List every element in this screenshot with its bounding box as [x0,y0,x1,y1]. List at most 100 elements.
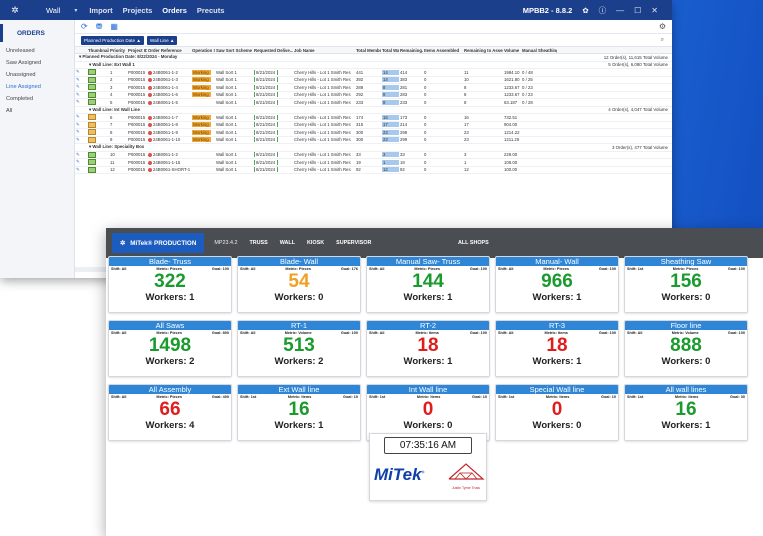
metric-card[interactable]: All Saws Shift: All Metric: Pieces Goal: 80… [108,320,232,377]
sidebar-item-line-assigned[interactable]: Line Assigned [0,81,74,93]
metric-card[interactable]: All wall lines Shift: 1st Metric: Items Goa… [624,384,748,441]
requested-date-field[interactable]: 8/21/2024 [254,159,279,165]
requested-date-field[interactable]: 8/21/2024 [254,122,279,128]
group-header-wall-line[interactable]: ▾ Wall Line: Int Wall Line 4 Order(s), 4,… [75,107,672,114]
column-header[interactable]: Priority ▼ [109,48,127,53]
calendar-icon[interactable]: ▦ [110,22,118,31]
metric-card[interactable]: RT-1 Shift: All Metric: Volume Goal: 100 513… [237,320,361,377]
group-chip-wall-line[interactable]: Wall Line ▲ [146,35,178,45]
menu-item-orders[interactable]: Orders [162,6,187,15]
wall-thumbnail-icon[interactable] [88,114,96,121]
table-row[interactable]: ✎ 4 P000015 24B0061-1-6 Working Wall Sort 1 8/… [75,91,672,99]
requested-date-field[interactable]: 8/21/2024 [254,114,279,120]
column-header[interactable]: Job Name [293,48,355,53]
row-edit-icon[interactable]: ✎ [75,77,87,83]
sidebar-item-all[interactable]: All [0,105,74,117]
row-edit-icon[interactable]: ✎ [75,152,87,158]
metric-card[interactable]: RT-3 Shift: All Metric: Items Goal: 100 18 Wo… [495,320,619,377]
row-edit-icon[interactable]: ✎ [75,84,87,90]
group-header-wall-line[interactable]: ▾ Wall Line: Speciality Box 3 Order(s), 4… [75,144,672,152]
sidebar-item-unassigned[interactable]: Unassigned [0,69,74,81]
table-row[interactable]: ✎ 10 P000015 24B0061-1-2 Wall Sort 1 8/21/202… [75,151,672,159]
row-edit-icon[interactable]: ✎ [75,137,87,143]
table-row[interactable]: ✎ 6 P000015 24B0061-1-7 Working Wall Sort 1 8/… [75,114,672,122]
column-header[interactable]: Volume [503,48,521,53]
column-header[interactable]: Thumbnail [87,48,109,53]
wall-thumbnail-icon[interactable] [88,151,96,158]
refresh-icon[interactable]: ⟳ [81,22,88,31]
metric-card[interactable]: RT-2 Shift: All Metric: Items Goal: 100 18 Wo… [366,320,490,377]
sidebar-item-saw-assigned[interactable]: Saw Assigned [0,57,74,69]
row-edit-icon[interactable]: ✎ [75,129,87,135]
requested-date-field[interactable]: 8/21/2024 [254,77,279,83]
wall-thumbnail-icon[interactable] [88,99,96,106]
gear-icon[interactable]: ✿ [582,6,588,15]
table-row[interactable]: ✎ 11 P000015 24B0061-1-15 Wall Sort 1 8/21/20… [75,159,672,167]
column-header[interactable]: Total Walls [381,48,399,53]
nav-truss[interactable]: TRUSS [249,240,267,246]
column-header[interactable]: Requested Delive... [253,48,293,53]
column-header[interactable]: Order Reference [147,48,191,53]
table-row[interactable]: ✎ 8 P000015 24B0061-1-9 Working Wall Sort 1 8/… [75,129,672,137]
settings-icon[interactable]: ⚙ [659,22,666,31]
column-header[interactable]: Manual Sheathing... [521,48,557,53]
row-edit-icon[interactable]: ✎ [75,114,87,120]
metric-card[interactable]: Manual- Wall Shift: All Metric: Pieces Goal… [495,256,619,313]
info-icon[interactable]: ⓘ [599,5,607,16]
table-row[interactable]: ✎ 2 P000015 24B0061-1-3 Working Wall Sort 1 8/… [75,76,672,84]
wall-thumbnail-icon[interactable] [88,91,96,98]
sidebar-item-completed[interactable]: Completed [0,93,74,105]
metric-card[interactable]: Blade- Wall Shift: All Metric: Pieces Goal:… [237,256,361,313]
column-header[interactable]: Operation Status [191,48,215,53]
requested-date-field[interactable]: 8/21/2024 [254,137,279,143]
nav-kiosk[interactable]: KIOSK [307,240,324,246]
filter-icon[interactable]: ⛃ [96,22,103,31]
row-edit-icon[interactable]: ✎ [75,99,87,105]
requested-date-field[interactable]: 8/21/2024 [254,167,279,173]
brand[interactable]: ✲ MiTek® PRODUCTION [112,233,205,253]
column-header[interactable]: Items Assembled [423,48,463,53]
row-edit-icon[interactable]: ✎ [75,159,87,165]
row-edit-icon[interactable]: ✎ [75,167,87,173]
minimize-button[interactable]: — [616,6,624,15]
metric-card[interactable]: Manual Saw- Truss Shift: All Metric: Piece… [366,256,490,313]
nav-mp23-4-2[interactable]: MP23.4.2 [214,240,237,246]
sidebar-item-unreleased[interactable]: Unreleased [0,45,74,57]
wall-thumbnail-icon[interactable] [88,166,96,173]
wall-thumbnail-icon[interactable] [88,121,96,128]
close-button[interactable]: ✕ [651,6,658,15]
column-header[interactable]: Remaining to Assemble [463,48,503,53]
requested-date-field[interactable]: 8/21/2024 [254,84,279,90]
wall-thumbnail-icon[interactable] [88,69,96,76]
app-name[interactable]: Wall [46,6,60,15]
nav-wall[interactable]: WALL [280,240,295,246]
shops-label[interactable]: ALL SHOPS [458,240,489,246]
requested-date-field[interactable]: 8/21/2024 [254,99,279,105]
nav-supervisor[interactable]: SUPERVISOR [336,240,371,246]
table-row[interactable]: ✎ 7 P000015 24B0061-1-8 Working Wall Sort 1 8/… [75,121,672,129]
wall-thumbnail-icon[interactable] [88,76,96,83]
metric-card[interactable]: Blade- Truss Shift: All Metric: Pieces Goal… [108,256,232,313]
column-header[interactable]: Saw Sort Scheme [215,48,253,53]
metric-card[interactable]: Sheathing Saw Shift: 1st Metric: Pieces Goa… [624,256,748,313]
metric-card[interactable]: All Assembly Shift: All Metric: Pieces Goal… [108,384,232,441]
wall-thumbnail-icon[interactable] [88,84,96,91]
requested-date-field[interactable]: 8/21/2024 [254,129,279,135]
wall-thumbnail-icon[interactable] [88,129,96,136]
table-row[interactable]: ✎ 12 P000015 24B0061-SHORT-1 Wall Sort 1 8/21… [75,166,672,174]
table-row[interactable]: ✎ 9 P000015 24B0061-1-10 Working Wall Sort 1 8… [75,136,672,144]
requested-date-field[interactable]: 8/21/2024 [254,152,279,158]
menu-item-projects[interactable]: Projects [123,6,153,15]
metric-card[interactable]: Ext Wall line Shift: 1st Metric: Items Goal… [237,384,361,441]
group-header-date[interactable]: ▾ Planned Production Date: 8/22/2024 - M… [75,54,672,62]
menu-item-import[interactable]: Import [89,6,112,15]
search-icon[interactable]: ⌕ [661,37,664,44]
chevron-down-icon[interactable]: ▾ [74,7,77,14]
column-header[interactable]: Remaining... [399,48,423,53]
requested-date-field[interactable]: 8/21/2024 [254,69,279,75]
column-header[interactable]: Project ID [127,48,147,53]
table-row[interactable]: ✎ 5 P000015 24B0061-1-5 Wall Sort 1 8/21/2024… [75,99,672,107]
row-edit-icon[interactable]: ✎ [75,92,87,98]
wall-thumbnail-icon[interactable] [88,136,96,143]
table-row[interactable]: ✎ 1 P000015 24B0061-1-2 Working Wall Sort 1 8/… [75,69,672,77]
